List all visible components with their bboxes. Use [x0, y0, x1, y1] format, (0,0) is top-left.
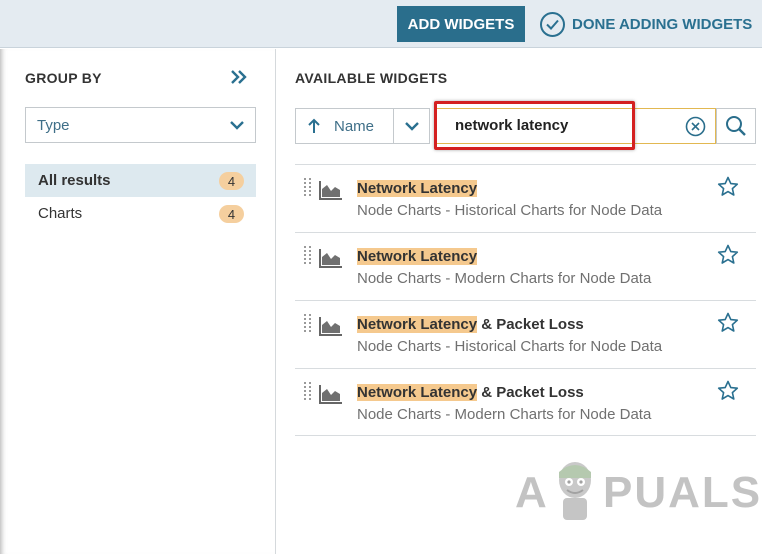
widget-title: Network Latency & Packet Loss	[357, 316, 584, 333]
widget-title: Network Latency & Packet Loss	[357, 384, 584, 401]
sort-control: Name	[295, 108, 430, 144]
count-badge: 4	[219, 205, 244, 223]
widget-subtitle: Node Charts - Historical Charts for Node…	[357, 338, 663, 355]
filter-charts[interactable]: Charts 4	[25, 197, 256, 230]
watermark-left: A	[515, 468, 549, 517]
widget-subtitle: Node Charts - Modern Charts for Node Dat…	[357, 406, 652, 423]
check-circle-icon	[540, 11, 565, 37]
list-item[interactable]: Network Latency & Packet Loss Node Chart…	[295, 300, 756, 368]
title-match-highlight: Network Latency	[357, 384, 478, 401]
add-widgets-button[interactable]: ADD WIDGETS	[397, 6, 525, 42]
drag-handle-icon[interactable]	[303, 178, 313, 198]
search-icon	[726, 116, 746, 136]
group-by-select-value: Type	[37, 116, 70, 134]
watermark-right: PUALS	[603, 468, 762, 517]
done-adding-widgets-button[interactable]: DONE ADDING WIDGETS	[540, 10, 752, 38]
arrow-up-icon	[308, 118, 320, 133]
group-by-select[interactable]: Type	[25, 107, 256, 143]
title-match-highlight: Network Latency	[357, 248, 478, 265]
widget-title: Network Latency	[357, 248, 478, 265]
results-list: Network Latency Node Charts - Historical…	[295, 164, 756, 436]
double-chevron-right-icon[interactable]	[229, 68, 249, 86]
drag-handle-icon[interactable]	[303, 314, 313, 334]
appuals-watermark: A PUALS	[515, 456, 760, 528]
group-by-panel: GROUP BY Type All results 4 Charts 4	[0, 49, 276, 554]
chevron-down-icon	[404, 122, 419, 131]
clear-icon[interactable]	[685, 116, 706, 137]
star-icon[interactable]	[717, 176, 739, 197]
group-by-title: GROUP BY	[25, 70, 102, 86]
drag-handle-icon[interactable]	[303, 382, 313, 402]
available-widgets-title: AVAILABLE WIDGETS	[295, 70, 448, 86]
widget-title: Network Latency	[357, 180, 478, 197]
star-icon[interactable]	[717, 244, 739, 265]
filter-label: All results	[38, 172, 111, 189]
search-callout-highlight	[434, 101, 635, 150]
list-item[interactable]: Network Latency & Packet Loss Node Chart…	[295, 368, 756, 436]
star-icon[interactable]	[717, 380, 739, 401]
area-chart-icon	[319, 181, 342, 200]
list-item[interactable]: Network Latency Node Charts - Modern Cha…	[295, 232, 756, 300]
drag-handle-icon[interactable]	[303, 246, 313, 266]
mascot-icon	[559, 462, 591, 520]
sort-by-name-button[interactable]: Name	[296, 109, 394, 143]
sort-label: Name	[334, 117, 375, 135]
title-rest: & Packet Loss	[477, 316, 584, 333]
chevron-down-icon	[230, 121, 244, 130]
widget-subtitle: Node Charts - Modern Charts for Node Dat…	[357, 270, 652, 287]
widget-subtitle: Node Charts - Historical Charts for Node…	[357, 202, 663, 219]
sort-dropdown-button[interactable]	[394, 119, 429, 133]
top-toolbar: ADD WIDGETS DONE ADDING WIDGETS	[0, 0, 762, 48]
title-rest: & Packet Loss	[477, 384, 584, 401]
title-match-highlight: Network Latency	[357, 180, 478, 197]
area-chart-icon	[319, 385, 342, 404]
filter-label: Charts	[38, 205, 83, 222]
area-chart-icon	[319, 249, 342, 268]
list-item[interactable]: Network Latency Node Charts - Historical…	[295, 164, 756, 232]
star-icon[interactable]	[717, 312, 739, 333]
area-chart-icon	[319, 317, 342, 336]
done-adding-widgets-label: DONE ADDING WIDGETS	[572, 15, 753, 33]
count-badge: 4	[219, 172, 244, 190]
title-match-highlight: Network Latency	[357, 316, 478, 333]
search-button[interactable]	[716, 108, 756, 144]
filter-all-results[interactable]: All results 4	[25, 164, 256, 197]
